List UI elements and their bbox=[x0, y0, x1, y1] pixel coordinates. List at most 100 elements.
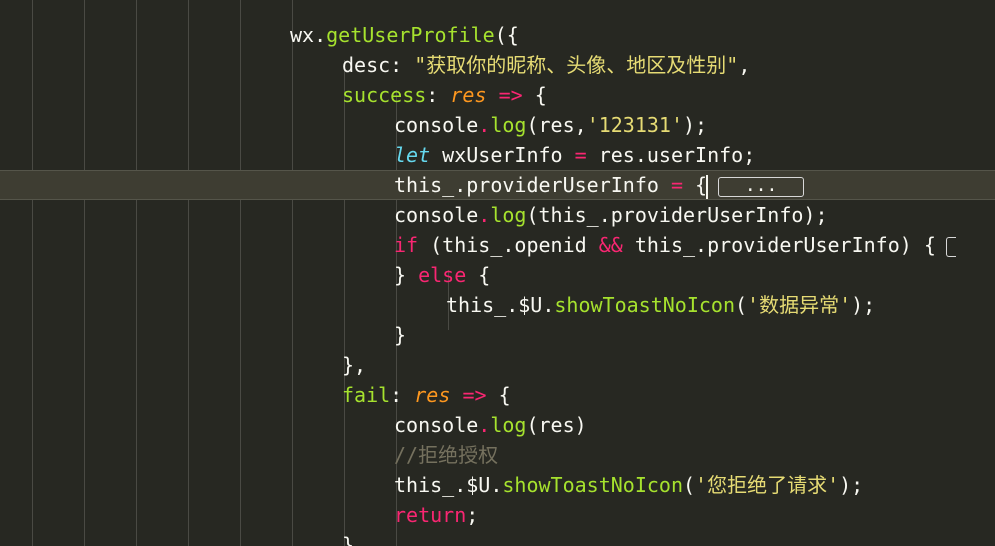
code-line[interactable]: } bbox=[0, 320, 995, 350]
code-token: => bbox=[498, 83, 523, 107]
code-token: "获取你的昵称、头像、地区及性别" bbox=[414, 53, 739, 77]
code-line[interactable]: desc: "获取你的昵称、头像、地区及性别", bbox=[0, 50, 995, 80]
code-token: }, bbox=[342, 353, 367, 377]
code-token: desc: bbox=[342, 53, 415, 77]
code-token: if bbox=[394, 233, 419, 257]
code-token: } bbox=[394, 323, 407, 347]
code-token: ({ bbox=[494, 23, 519, 47]
code-line[interactable]: if (this_.openid && this_.providerUserIn… bbox=[0, 230, 995, 260]
code-token: return bbox=[394, 503, 467, 527]
code-text: this_.$U.showToastNoIcon('数据异常'); bbox=[446, 290, 875, 320]
code-token: : bbox=[390, 383, 415, 407]
code-token: ( bbox=[735, 293, 748, 317]
code-token: '数据异常' bbox=[747, 293, 852, 317]
code-token: console bbox=[394, 113, 479, 137]
code-token: . bbox=[478, 113, 491, 137]
code-text: console.log(res,'123131'); bbox=[394, 110, 707, 140]
code-token: '您拒绝了请求' bbox=[695, 473, 840, 497]
fold-marker-button[interactable]: ... bbox=[718, 176, 805, 197]
code-text: let wxUserInfo = res.userInfo; bbox=[394, 140, 755, 170]
code-token: this_.$U. bbox=[446, 293, 555, 317]
code-text: } bbox=[342, 530, 354, 546]
text-cursor bbox=[706, 174, 709, 199]
code-text: }, bbox=[342, 350, 366, 380]
code-text: } bbox=[394, 320, 406, 350]
code-text: if (this_.openid && this_.providerUserIn… bbox=[394, 230, 956, 260]
code-token: = bbox=[670, 173, 683, 197]
code-line[interactable]: console.log(res) bbox=[0, 410, 995, 440]
code-token: res bbox=[414, 383, 451, 407]
code-token: wx. bbox=[290, 23, 327, 47]
code-token: } bbox=[394, 263, 419, 287]
code-text: success: res => { bbox=[342, 80, 547, 110]
code-token: = bbox=[574, 143, 587, 167]
code-line[interactable]: } bbox=[0, 530, 995, 546]
code-token: res bbox=[450, 83, 487, 107]
code-token: } bbox=[342, 533, 355, 546]
code-token: //拒绝授权 bbox=[394, 443, 499, 467]
code-token: : bbox=[426, 83, 451, 107]
code-token: success bbox=[342, 83, 427, 107]
code-token: ( bbox=[683, 473, 696, 497]
code-token: log bbox=[490, 413, 527, 437]
code-line[interactable]: console.log(res,'123131'); bbox=[0, 110, 995, 140]
code-line[interactable]: return; bbox=[0, 500, 995, 530]
code-token: && bbox=[598, 233, 623, 257]
code-text: console.log(res) bbox=[394, 410, 587, 440]
code-token: showToastNoIcon bbox=[502, 473, 683, 497]
code-line[interactable]: this_.$U.showToastNoIcon('您拒绝了请求'); bbox=[0, 470, 995, 500]
code-text: return; bbox=[394, 500, 478, 530]
code-token: ); bbox=[851, 293, 876, 317]
code-token: { bbox=[486, 383, 511, 407]
code-token: (this_.providerUserInfo); bbox=[526, 203, 828, 227]
code-token: . bbox=[478, 413, 491, 437]
code-editor[interactable]: wx.getUserProfile({desc: "获取你的昵称、头像、地区及性… bbox=[0, 0, 995, 546]
code-token: wxUserInfo bbox=[430, 143, 575, 167]
code-line[interactable]: //拒绝授权 bbox=[0, 440, 995, 470]
code-token: this_.$U. bbox=[394, 473, 503, 497]
code-token: getUserProfile bbox=[326, 23, 495, 47]
code-token: log bbox=[490, 113, 527, 137]
code-line[interactable]: this_.providerUserInfo = {... bbox=[0, 170, 995, 200]
code-token: (res) bbox=[526, 413, 587, 437]
code-token: console bbox=[394, 413, 479, 437]
code-line[interactable]: } else { bbox=[0, 260, 995, 290]
code-token: ; bbox=[466, 503, 479, 527]
code-line[interactable]: success: res => { bbox=[0, 80, 995, 110]
code-token: showToastNoIcon bbox=[554, 293, 735, 317]
code-line[interactable] bbox=[0, 0, 995, 20]
code-token: else bbox=[418, 263, 467, 287]
fold-marker-button[interactable] bbox=[945, 236, 956, 257]
code-text: fail: res => { bbox=[342, 380, 511, 410]
code-token: this_.providerUserInfo) { bbox=[622, 233, 936, 257]
code-line[interactable]: let wxUserInfo = res.userInfo; bbox=[0, 140, 995, 170]
code-token: . bbox=[478, 203, 491, 227]
code-token: let bbox=[394, 143, 431, 167]
code-token: console bbox=[394, 203, 479, 227]
code-token: fail bbox=[342, 383, 391, 407]
code-text: console.log(this_.providerUserInfo); bbox=[394, 200, 828, 230]
code-token: this_.providerUserInfo bbox=[394, 173, 671, 197]
code-token: (this_.openid bbox=[418, 233, 599, 257]
code-line[interactable]: this_.$U.showToastNoIcon('数据异常'); bbox=[0, 290, 995, 320]
code-text: this_.providerUserInfo = {... bbox=[394, 171, 805, 199]
code-token: log bbox=[490, 203, 527, 227]
code-token: { bbox=[683, 173, 708, 197]
code-line[interactable]: fail: res => { bbox=[0, 380, 995, 410]
code-token: res.userInfo; bbox=[586, 143, 756, 167]
code-token: { bbox=[466, 263, 491, 287]
code-line[interactable]: wx.getUserProfile({ bbox=[0, 20, 995, 50]
code-token: ); bbox=[683, 113, 708, 137]
code-text: } else { bbox=[394, 260, 490, 290]
code-text: //拒绝授权 bbox=[394, 440, 498, 470]
code-token: { bbox=[522, 83, 547, 107]
code-line[interactable]: }, bbox=[0, 350, 995, 380]
code-token: (res, bbox=[526, 113, 587, 137]
code-token: => bbox=[462, 383, 487, 407]
code-token: '123131' bbox=[586, 113, 684, 137]
code-text: this_.$U.showToastNoIcon('您拒绝了请求'); bbox=[394, 470, 863, 500]
code-line[interactable]: console.log(this_.providerUserInfo); bbox=[0, 200, 995, 230]
code-text: desc: "获取你的昵称、头像、地区及性别", bbox=[342, 50, 750, 80]
